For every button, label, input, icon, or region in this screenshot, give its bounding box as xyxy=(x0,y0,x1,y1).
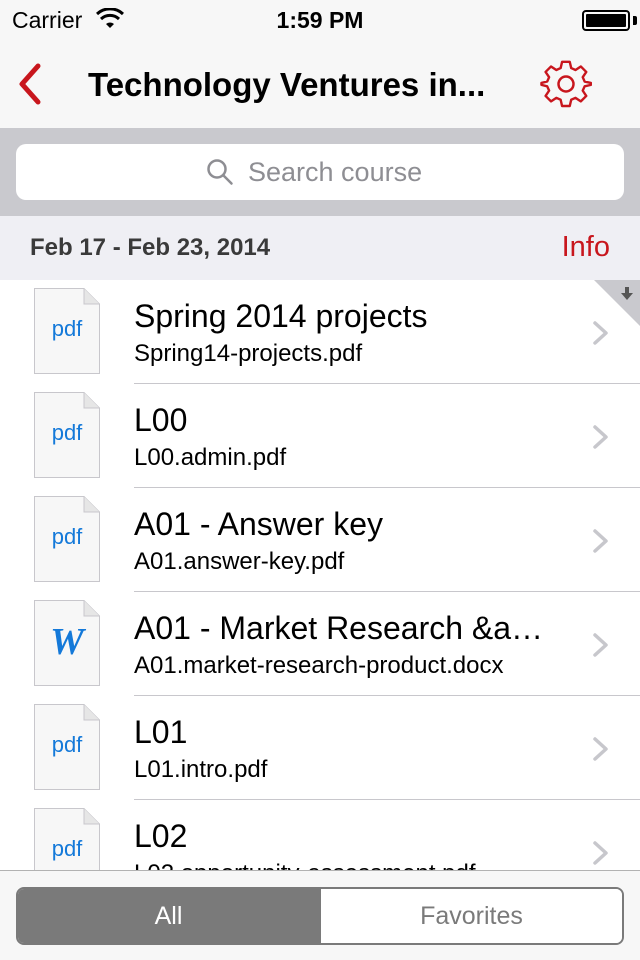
list-item[interactable]: pdf Spring 2014 projects Spring14-projec… xyxy=(0,280,640,384)
chevron-right-icon xyxy=(593,633,608,657)
file-title: A01 - Answer key xyxy=(134,506,383,542)
status-time: 1:59 PM xyxy=(276,7,364,33)
filter-segmented-control: All Favorites xyxy=(16,887,624,945)
file-name: L00.admin.pdf xyxy=(134,444,287,471)
file-type-label: pdf xyxy=(51,420,83,445)
file-title: L01 xyxy=(134,714,188,750)
list-item[interactable]: pdf L01 L01.intro.pdf xyxy=(0,696,640,800)
list-item[interactable]: pdf A01 - Answer key A01.answer-key.pdf xyxy=(0,488,640,592)
chevron-right-icon xyxy=(593,425,608,449)
page-title: Technology Ventures in... xyxy=(88,66,486,103)
file-name: A01.market-research-product.docx xyxy=(134,652,504,679)
gear-icon[interactable] xyxy=(540,58,592,110)
file-title: Spring 2014 projects xyxy=(134,298,428,334)
file-title: A01 - Market Research &amp; Product xyxy=(134,610,564,646)
pdf-file-icon: pdf xyxy=(34,704,100,790)
search-input[interactable] xyxy=(248,144,548,200)
segment-favorites[interactable]: Favorites xyxy=(319,889,622,943)
date-range-label: Feb 17 - Feb 23, 2014 xyxy=(30,234,271,261)
section-header: Feb 17 - Feb 23, 2014 Info xyxy=(0,216,640,280)
file-name: A01.answer-key.pdf xyxy=(134,548,345,575)
list-item[interactable]: pdf L00 L00.admin.pdf xyxy=(0,384,640,488)
file-type-label: pdf xyxy=(51,524,83,549)
navigation-bar: Technology Ventures in... xyxy=(0,40,640,128)
file-title: L00 xyxy=(134,402,188,438)
file-title: L02 xyxy=(134,818,188,854)
pdf-file-icon: pdf xyxy=(34,288,100,374)
file-name: L01.intro.pdf xyxy=(134,756,268,783)
search-bar xyxy=(0,128,640,216)
chevron-right-icon xyxy=(593,737,608,761)
file-type-label: pdf xyxy=(51,732,83,757)
search-icon xyxy=(207,159,233,185)
battery-tip xyxy=(633,16,637,25)
pdf-file-icon: pdf xyxy=(34,392,100,478)
file-name: Spring14-projects.pdf xyxy=(134,340,363,367)
list-item[interactable]: pdf L02 L02.opportunity-assessment.pdf xyxy=(0,800,640,870)
back-chevron-icon[interactable] xyxy=(10,62,54,106)
file-list: pdf Spring 2014 projects Spring14-projec… xyxy=(0,280,640,870)
bottom-toolbar: All Favorites xyxy=(0,870,640,960)
file-type-label: W xyxy=(50,621,84,663)
pdf-file-icon: pdf xyxy=(34,808,100,870)
download-icon xyxy=(594,280,640,326)
chevron-right-icon xyxy=(593,529,608,553)
battery-icon xyxy=(582,10,630,31)
info-button[interactable]: Info xyxy=(562,231,610,264)
list-item[interactable]: W A01 - Market Research &amp; Product A0… xyxy=(0,592,640,696)
word-file-icon: W xyxy=(34,600,100,686)
segment-all[interactable]: All xyxy=(18,889,319,943)
file-type-label: pdf xyxy=(51,316,83,341)
file-name: L02.opportunity-assessment.pdf xyxy=(134,860,574,870)
pdf-file-icon: pdf xyxy=(34,496,100,582)
search-field[interactable] xyxy=(16,144,624,200)
chevron-right-icon xyxy=(593,841,608,865)
status-bar: Carrier 1:59 PM xyxy=(0,0,640,40)
file-type-label: pdf xyxy=(51,836,83,861)
